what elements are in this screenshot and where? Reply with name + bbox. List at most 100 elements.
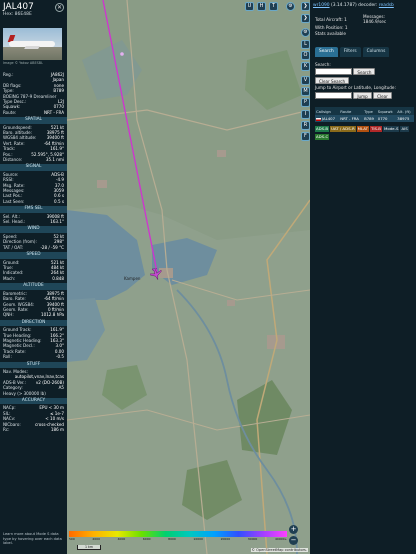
column-type[interactable]: Type [363,107,377,115]
jump-label: Jump to Airport or Latitude, Longitude: [315,85,396,91]
section-header[interactable]: STUFF [0,361,67,369]
photo-caption: Image © Yakov ABESBL [3,61,44,65]
cell-route: NRT - FRA [339,115,364,122]
stats-available-link[interactable]: Stats available [315,31,346,36]
section-header[interactable]: SPATIAL [0,117,67,124]
scale-bar: 1 km [77,545,101,550]
search-button[interactable]: Search [353,68,376,76]
aircraft-photo[interactable] [3,28,62,60]
version-text: (3.14.1787) decoder: [330,3,378,8]
info-row: Sel. Head.: 163.1° [0,219,67,224]
with-position-label: With Position: [315,25,344,30]
legend-label: 30000 [247,537,258,541]
map-canvas [67,0,310,554]
zoom-in-button[interactable]: + [289,525,298,534]
source-chip[interactable]: Mode-S [382,126,400,132]
source-chip[interactable]: ADS-C [315,134,330,140]
info-row-value: A5 [58,385,64,391]
toolbar-button-i[interactable]: I [301,110,310,119]
tab-search[interactable]: Search [315,47,338,57]
table-header-row: Callsign Route Type Squawk Alt. (ft) [315,107,414,115]
column-squawk[interactable]: Squawk [376,107,397,115]
section-header[interactable]: ALTITUDE [0,283,67,290]
place-label: Kampen [124,276,141,281]
info-row-value: 0.848 [52,275,64,281]
source-legend: ADS-B UAT / ADS-R MLAT TIS-B Mode-S AIS ADS-C [315,125,415,141]
toolbar-button-p[interactable]: P [301,98,310,107]
info-row: Rc: 186 m [0,427,67,432]
vertical-toolbar: ❯ ❯ ⚙ L O K V M P I R F [300,0,310,554]
info-row-label: Mach: [3,275,16,281]
aircraft-list-panel: wr1090 (3.14.1787) decoder: readsb Total… [310,0,416,554]
table-row[interactable]: JAL407 NRT - FRA B789 0770 38975 [315,115,414,122]
settings-icon[interactable]: ⚙ [301,28,310,37]
source-chip[interactable]: TIS-B [370,126,382,132]
info-row-label: Last Seen: [3,198,25,204]
toolbar-button-k[interactable]: K [301,62,310,71]
column-callsign[interactable]: Callsign [315,107,340,115]
source-chip[interactable]: AIS [400,126,409,132]
info-row: Distance: 35.1 nmi [0,157,67,162]
info-row: TAT / OAT: -28 / -59 °C [0,245,67,250]
toolbar-button-r[interactable]: R [301,121,310,130]
legend-label: 4000 [117,537,126,541]
search-input[interactable] [315,68,352,76]
section-header[interactable]: SPEED [0,252,67,259]
clear-search-button[interactable]: Clear Search [315,77,350,85]
toolbar-button-o[interactable]: O [301,51,310,60]
aircraft-info-panel: JAL407 Hex: 86E48E ✕ Image © Yakov ABESB… [0,0,67,554]
info-footer: Learn more about Mode S data type by hov… [3,532,62,546]
source-chip[interactable]: ADS-B [315,126,330,132]
info-row-label: Heavy (> 300000 lb) [3,390,46,396]
legend-label: 40000+ [274,537,287,541]
japan-flag-icon [316,117,321,121]
map-button-u[interactable]: U [245,2,254,11]
info-rows: Reg.: JA862J Japan DB flags: none Type: B789 BO… [0,72,67,432]
source-chip[interactable]: MLAT [356,126,370,132]
info-row: Route: NRT - FRA [0,110,67,115]
legend-label: 10000 [193,537,203,541]
readsb-link[interactable]: readsb [379,3,394,8]
info-row-value: -28 / -59 °C [40,244,64,250]
toolbar-button-v[interactable]: V [301,76,310,85]
tab-filters[interactable]: Filters [339,47,361,57]
section-header[interactable]: FMS SEL [0,206,67,213]
messages-value: 1846.9/sec [363,19,387,24]
info-row-label: Distance: [3,156,23,162]
info-row-value: 163.1° [50,219,64,225]
map-view[interactable]: Kampen U H T ⚙ 500 2000 4000 6000 8000 10000 2… [67,0,310,554]
expand-arrow-icon[interactable]: ❯ [301,2,310,11]
section-header[interactable]: DIRECTION [0,319,67,327]
section-header[interactable]: ACCURACY [0,397,67,405]
collapse-arrow-icon[interactable]: ❯ [301,14,310,23]
zoom-out-button[interactable]: − [289,536,298,545]
version-header: wr1090 (3.14.1787) decoder: readsb [313,3,394,8]
info-row: Mach: 0.848 [0,276,67,281]
toolbar-button-f[interactable]: F [301,132,310,141]
search-section: Search: Search Clear Search Jump to Airp… [315,62,413,99]
legend-label: 500 [69,537,75,541]
map-button-t[interactable]: T [269,2,278,11]
info-row-label: Roll: [3,354,12,360]
settings-gear-icon[interactable]: ⚙ [286,2,295,11]
jump-input[interactable] [315,91,352,99]
aircraft-marker-icon[interactable] [150,268,162,280]
legend-label: 6000 [142,537,151,541]
close-icon[interactable]: ✕ [55,3,64,12]
tab-columns[interactable]: Columns [362,47,390,57]
section-header[interactable]: SIGNAL [0,164,67,171]
cell-squawk: 0770 [376,115,397,122]
column-route[interactable]: Route [339,107,364,115]
toolbar-button-m[interactable]: M [301,87,310,96]
jump-button[interactable]: Jump [353,91,372,99]
column-altitude[interactable]: Alt. (ft) [396,107,414,115]
info-row-label: Reg.: [3,72,14,77]
source-chip[interactable]: UAT / ADS-R [330,126,356,132]
wr1090-link[interactable]: wr1090 [313,3,330,8]
section-header[interactable]: WIND [0,226,67,233]
clear-jump-button[interactable]: Clear [373,91,392,99]
toolbar-button-l[interactable]: L [301,40,310,49]
panel-tabs: Search Filters Columns [315,47,390,57]
map-button-h[interactable]: H [257,2,266,11]
callsign-title: JAL407 [3,2,34,12]
